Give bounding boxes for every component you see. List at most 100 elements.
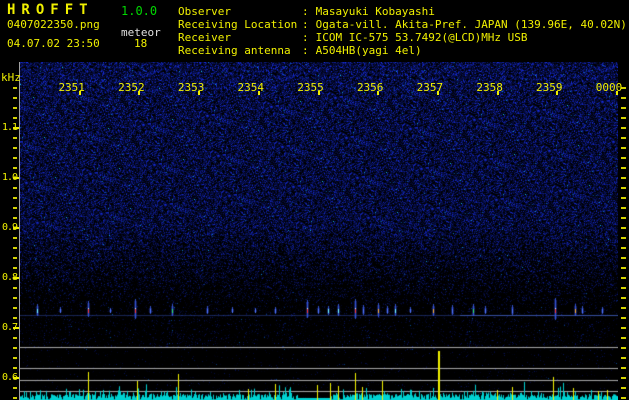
time-tick-label: 2359	[536, 81, 563, 94]
info-value: ICOM IC-575 53.7492(@LCD)MHz USB	[315, 31, 528, 44]
info-value: Ogata-vill. Akita-Pref. JAPAN (139.96E, …	[315, 18, 627, 31]
time-tick	[317, 91, 320, 95]
freq-minor-tick	[13, 297, 17, 299]
info-row: Receiver: ICOM IC-575 53.7492(@LCD)MHz US…	[178, 31, 627, 44]
freq-minor-tick-right	[621, 287, 626, 289]
freq-minor-tick	[13, 147, 17, 149]
time-tick-label: 2352	[118, 81, 145, 94]
freq-minor-tick-right	[621, 227, 626, 229]
freq-minor-tick-right	[621, 127, 626, 129]
info-value: A504HB(yagi 4el)	[315, 44, 422, 57]
freq-minor-tick	[13, 387, 17, 389]
info-label: Receiver	[178, 31, 231, 44]
freq-minor-tick	[13, 267, 17, 269]
freq-minor-tick-right	[621, 247, 626, 249]
freq-minor-tick	[13, 87, 17, 89]
info-label: Observer	[178, 5, 231, 18]
freq-minor-tick	[13, 197, 17, 199]
freq-minor-tick-right	[621, 137, 626, 139]
info-row: Observer: Masayuki Kobayashi	[178, 5, 627, 18]
freq-minor-tick-right	[621, 327, 626, 329]
time-tick	[496, 91, 499, 95]
freq-tick-label: 0.6	[1, 372, 18, 383]
freq-minor-tick-right	[621, 397, 626, 399]
time-tick	[198, 91, 201, 95]
time-tick	[257, 91, 260, 95]
output-filename: 0407022350.png	[7, 18, 100, 31]
freq-minor-tick	[13, 217, 17, 219]
freq-minor-tick	[13, 207, 17, 209]
freq-minor-tick	[13, 247, 17, 249]
freq-minor-tick	[13, 157, 17, 159]
freq-minor-tick	[13, 347, 17, 349]
info-value: Masayuki Kobayashi	[315, 5, 435, 18]
freq-minor-tick-right	[621, 97, 626, 99]
time-tick-label: 2358	[476, 81, 503, 94]
freq-minor-tick-right	[621, 357, 626, 359]
time-tick	[138, 91, 141, 95]
freq-minor-tick	[13, 367, 17, 369]
freq-tick-label: 0.8	[1, 272, 18, 283]
freq-minor-tick-right	[621, 337, 626, 339]
info-separator: :	[302, 44, 309, 57]
time-tick-label: 0000	[595, 81, 623, 94]
freq-tick-label: 1.0	[1, 172, 18, 183]
freq-minor-tick	[13, 397, 17, 399]
freq-minor-tick-right	[621, 147, 626, 149]
info-label: Receiving antenna	[178, 44, 291, 57]
time-tick	[556, 91, 559, 95]
freq-minor-tick-right	[621, 187, 626, 189]
time-tick-label: 2351	[58, 81, 85, 94]
freq-minor-tick-right	[621, 267, 626, 269]
freq-minor-tick-right	[621, 107, 626, 109]
hrofft-screen: HROFFT 1.0.0 0407022350.png meteor 04.07…	[0, 0, 629, 400]
info-row: Receiving antenna: A504HB(yagi 4el)	[178, 44, 627, 57]
freq-minor-tick-right	[621, 167, 626, 169]
freq-minor-tick-right	[621, 307, 626, 309]
freq-minor-tick-right	[621, 117, 626, 119]
freq-minor-tick	[13, 287, 17, 289]
freq-tick-label: 1.1	[1, 122, 18, 133]
freq-minor-tick	[13, 107, 17, 109]
freq-minor-tick-right	[621, 347, 626, 349]
frequency-axis-line	[19, 62, 20, 400]
info-separator: :	[302, 31, 309, 44]
time-tick-label: 2353	[177, 81, 205, 94]
freq-minor-tick-right	[621, 317, 626, 319]
app-version: 1.0.0	[121, 4, 158, 18]
freq-minor-tick-right	[621, 367, 626, 369]
time-tick-label: 2357	[416, 81, 444, 94]
info-label: Receiving Location	[178, 18, 298, 31]
echo-count: 18	[134, 37, 148, 50]
freq-minor-tick-right	[621, 387, 626, 389]
freq-minor-tick-right	[621, 217, 626, 219]
info-row: Receiving Location: Ogata-vill. Akita-Pre…	[178, 18, 627, 31]
freq-minor-tick	[13, 307, 17, 309]
frequency-axis-unit: kHz	[1, 71, 21, 84]
time-tick	[377, 91, 380, 95]
freq-minor-tick-right	[621, 157, 626, 159]
freq-minor-tick	[13, 337, 17, 339]
freq-minor-tick	[13, 137, 17, 139]
freq-minor-tick	[13, 117, 17, 119]
freq-minor-tick	[13, 237, 17, 239]
freq-minor-tick-right	[621, 257, 626, 259]
freq-minor-tick-right	[621, 207, 626, 209]
freq-tick-label: 0.7	[1, 322, 18, 333]
freq-minor-tick	[13, 97, 17, 99]
time-tick	[78, 91, 81, 95]
time-tick	[436, 91, 439, 95]
info-separator: :	[302, 5, 309, 18]
spectrogram-canvas	[20, 62, 618, 400]
app-title: HROFFT	[7, 2, 94, 18]
time-tick	[616, 91, 618, 95]
freq-minor-tick-right	[621, 197, 626, 199]
time-tick-label: 2356	[356, 81, 384, 94]
freq-minor-tick-right	[621, 177, 626, 179]
freq-minor-tick-right	[621, 277, 626, 279]
info-separator: :	[302, 18, 309, 31]
freq-minor-tick	[13, 187, 17, 189]
freq-minor-tick-right	[621, 297, 626, 299]
freq-minor-tick	[13, 257, 17, 259]
station-info: Observer: Masayuki Kobayashi Receiving Loc…	[178, 5, 627, 57]
